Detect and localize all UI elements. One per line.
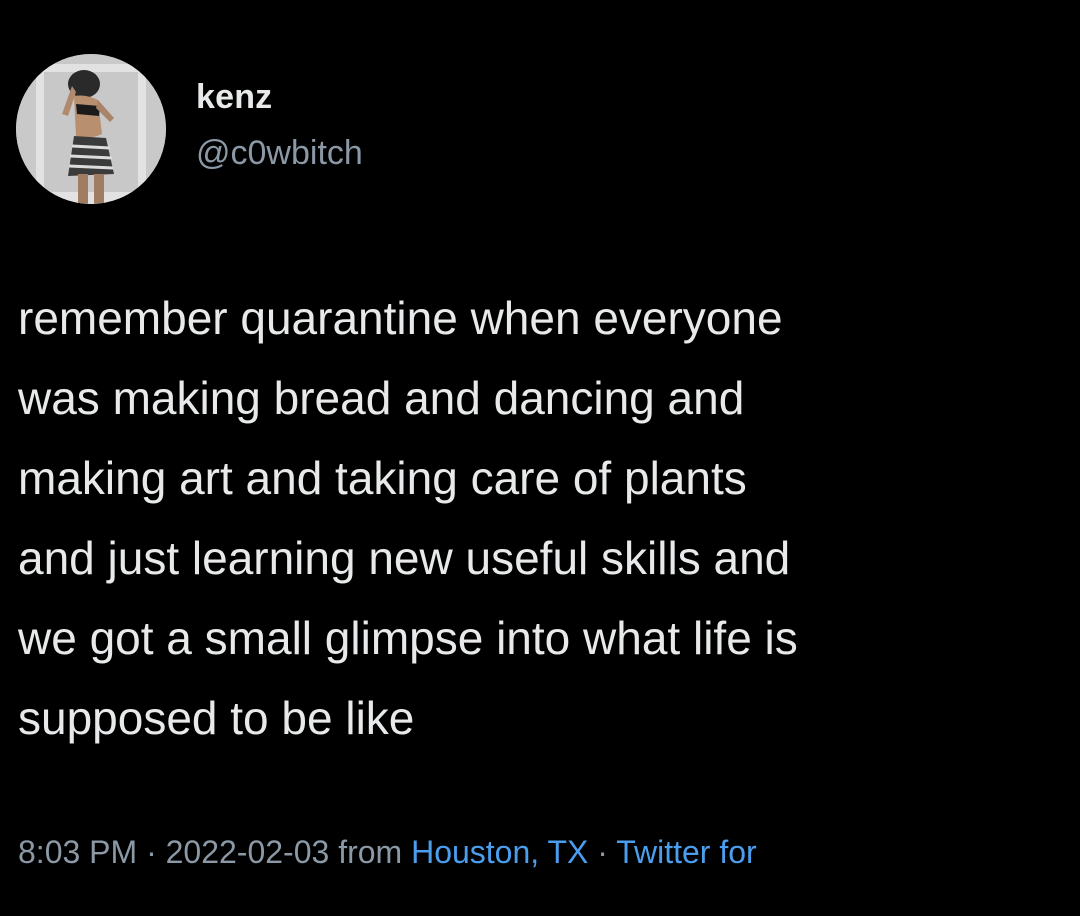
meta-separator: · [588,834,617,870]
location-link[interactable]: Houston, TX [411,834,588,870]
profile-photo-icon [16,54,166,204]
source-link[interactable]: Twitter for [616,834,756,870]
tweet-meta: 8:03 PM · 2022-02-03 from Houston, TX · … [18,834,757,871]
from-label: from [329,834,412,870]
display-name[interactable]: kenz [196,78,272,117]
tweet-time[interactable]: 8:03 PM [18,834,137,870]
tweet-date[interactable]: 2022-02-03 [166,834,330,870]
tweet-card: kenz @c0wbitch remember quarantine when … [0,0,1080,916]
avatar[interactable] [16,54,166,204]
tweet-text: remember quarantine when everyone was ma… [18,292,798,744]
user-handle[interactable]: @c0wbitch [196,134,363,173]
meta-separator: · [137,834,166,870]
